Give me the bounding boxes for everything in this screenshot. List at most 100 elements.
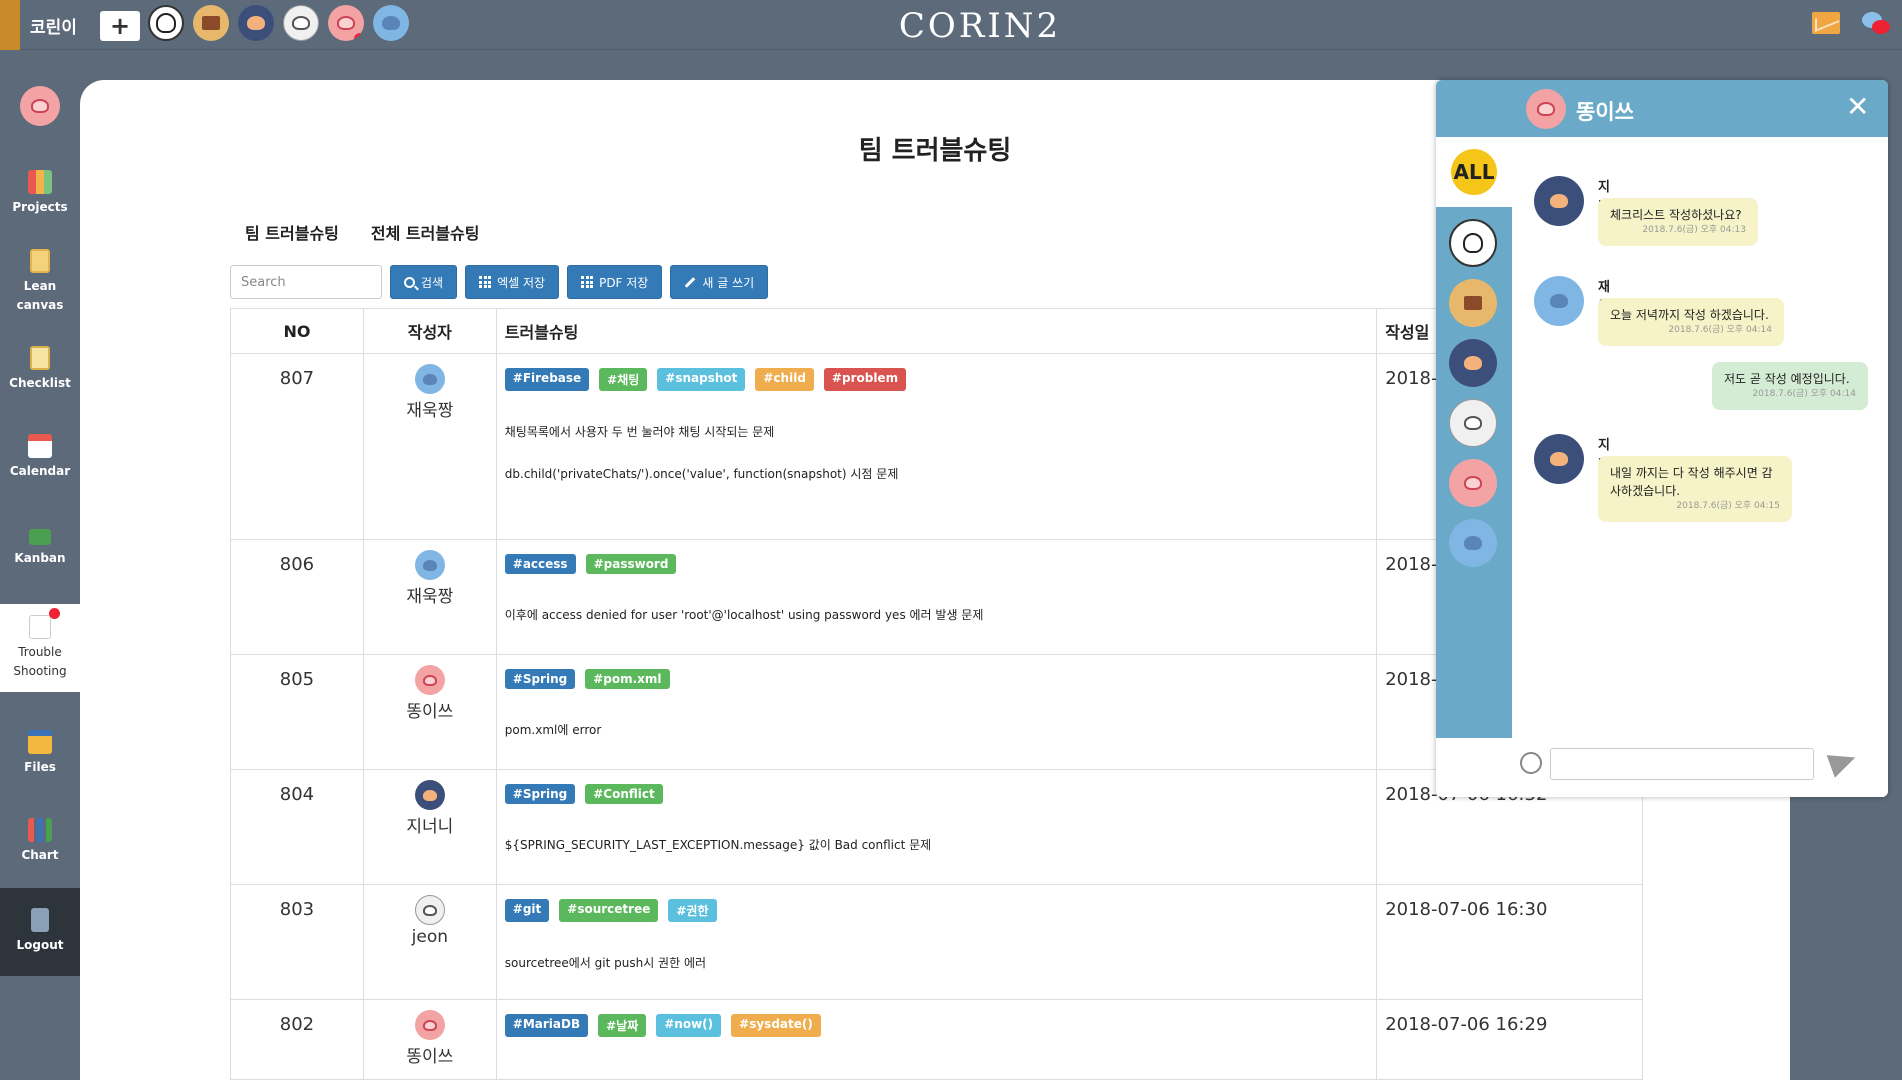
team-accent: [0, 0, 20, 50]
sidebar-item-trouble-shooting[interactable]: Trouble Shooting: [0, 604, 80, 692]
tag-badge[interactable]: #sourcetree: [559, 899, 659, 922]
sidebar-item-kanban[interactable]: Kanban: [0, 502, 80, 590]
excel-save-button[interactable]: 엑셀 저장: [465, 265, 560, 299]
table-row[interactable]: 806 재욱짱 #access #password 이후에 access denied …: [230, 539, 1643, 655]
writer-cell: 똥이쓰: [362, 654, 497, 770]
table-row[interactable]: 805 똥이쓰 #Spring #pom.xml pom.xml에 error 2018-…: [230, 654, 1643, 770]
search-input[interactable]: [230, 265, 382, 299]
chat-member-man[interactable]: [1449, 339, 1497, 387]
search-button[interactable]: 검색: [390, 265, 458, 299]
sidebar-item-projects[interactable]: Projects: [0, 150, 80, 238]
my-avatar[interactable]: [20, 86, 60, 126]
tag-list: #Spring #Conflict: [504, 770, 1376, 804]
brand-logo[interactable]: CORIN2: [880, 6, 1080, 46]
member-avatar-blue[interactable]: [373, 5, 409, 41]
sidebar-item-label: Files: [24, 760, 56, 775]
chat-member-house[interactable]: [1449, 279, 1497, 327]
description-text: 이후에 access denied for user 'root'@'local…: [504, 608, 984, 622]
troubleshooting-cell[interactable]: #Firebase #채팅 #snapshot #child #problem 채팅목록에…: [495, 353, 1378, 540]
row-number: 803: [230, 884, 364, 1000]
writer-name: 똥이쓰: [406, 1047, 454, 1067]
sidebar-item-calendar[interactable]: Calendar: [0, 414, 80, 502]
tag-badge[interactable]: #pom.xml: [585, 669, 670, 689]
tag-badge[interactable]: #child: [755, 368, 814, 391]
troubleshooting-cell[interactable]: #Spring #Conflict ${SPRING_SECURITY_LAST_E…: [495, 769, 1378, 885]
add-member-button[interactable]: +: [100, 11, 140, 41]
tag-badge[interactable]: #날짜: [598, 1014, 647, 1037]
troubleshooting-cell[interactable]: #Spring #pom.xml pom.xml에 error: [495, 654, 1378, 770]
row-number: 807: [230, 353, 364, 540]
sidebar-item-chart[interactable]: Chart: [0, 798, 80, 886]
tag-badge[interactable]: #git: [504, 899, 550, 922]
top-bar: 코린이 + CORIN2: [0, 0, 1902, 50]
sidebar-item-files[interactable]: Files: [0, 710, 80, 798]
table-row[interactable]: 803 jeon #git #sourcetree #권한 sourcetree에서 gi…: [230, 884, 1643, 1000]
tag-badge[interactable]: #sysdate(): [731, 1014, 821, 1037]
member-avatar-ghost[interactable]: [148, 5, 184, 41]
chat-member-pink[interactable]: [1449, 459, 1497, 507]
writer-cell: 재욱짱: [362, 353, 497, 540]
table-row[interactable]: 807 재욱짱 #Firebase #채팅 #snapshot #child #proble…: [230, 353, 1643, 540]
chat-icon[interactable]: [1862, 12, 1890, 36]
row-number: 805: [230, 654, 364, 770]
tag-badge[interactable]: #password: [585, 554, 677, 574]
alert-icon: [49, 607, 60, 619]
header-troubleshooting[interactable]: 트러블슈팅: [495, 308, 1378, 354]
description-text: db.child('privateChats/').once('value', …: [504, 467, 899, 481]
tag-badge[interactable]: #채팅: [599, 368, 648, 391]
troubleshooting-cell[interactable]: #access #password 이후에 access denied for us…: [495, 539, 1378, 655]
projects-icon: [28, 170, 52, 195]
tag-badge[interactable]: #access: [504, 554, 576, 574]
pdf-save-button[interactable]: PDF 저장: [567, 265, 663, 299]
chat-input-bar: [1512, 738, 1888, 797]
member-avatar-pink[interactable]: [328, 5, 364, 41]
row-number: 804: [230, 769, 364, 885]
header-writer[interactable]: 작성자: [362, 308, 497, 354]
chat-message-input[interactable]: [1550, 748, 1814, 780]
description-text: pom.xml에 error: [504, 723, 602, 737]
table-row[interactable]: 802 똥이쓰 #MariaDB #날짜 #now() #sysdate() 2018-07…: [230, 999, 1643, 1080]
chat-member-blue[interactable]: [1449, 519, 1497, 567]
close-icon[interactable]: ✕: [1846, 90, 1869, 123]
writer-avatar: [414, 895, 445, 925]
troubleshooting-table: NO 작성자 트러블슈팅 작성일 807 재욱짱 #Firebase #채팅 #snap…: [230, 308, 1643, 1080]
sidebar-item-lean-canvas[interactable]: Lean canvas: [0, 238, 80, 326]
chat-member-ghost[interactable]: [1449, 219, 1497, 267]
sidebar-item-logout[interactable]: Logout: [0, 888, 80, 976]
troubleshooting-cell[interactable]: #MariaDB #날짜 #now() #sysdate(): [495, 999, 1378, 1080]
member-avatar-house[interactable]: [193, 5, 229, 41]
tag-badge[interactable]: #Firebase: [504, 368, 590, 391]
tag-badge[interactable]: #Spring: [504, 784, 576, 804]
mail-icon[interactable]: [1812, 12, 1840, 34]
troubleshooting-cell[interactable]: #git #sourcetree #권한 sourcetree에서 git push시…: [495, 884, 1378, 1000]
chat-member-cat[interactable]: [1449, 399, 1497, 447]
tab-all-troubleshooting[interactable]: 전체 트러블슈팅: [371, 220, 480, 244]
chart-icon: [28, 818, 52, 843]
smile-icon[interactable]: [1520, 752, 1542, 774]
tag-badge[interactable]: #Spring: [504, 669, 576, 689]
sidebar-item-label: Calendar: [9, 464, 71, 479]
tab-team-troubleshooting[interactable]: 팀 트러블슈팅: [245, 220, 339, 244]
team-name[interactable]: 코린이: [30, 13, 77, 38]
logout-icon: [31, 908, 49, 933]
sidebar-item-label: Lean canvas: [16, 278, 64, 312]
member-avatar-man[interactable]: [238, 5, 274, 41]
tag-badge[interactable]: #now(): [656, 1014, 722, 1037]
tag-badge[interactable]: #MariaDB: [504, 1014, 589, 1037]
send-icon[interactable]: [1826, 746, 1860, 778]
chat-all-button[interactable]: ALL: [1436, 137, 1512, 207]
new-post-button[interactable]: 새 글 쓰기: [670, 265, 769, 299]
table-row[interactable]: 804 지너니 #Spring #Conflict ${SPRING_SECURITY_…: [230, 769, 1643, 885]
sidebar-item-checklist[interactable]: Checklist: [0, 326, 80, 414]
chat-messages: 지너니 체크리스트 작성하셨나요? 2018.7.6(금) 오후 04:13 재…: [1520, 148, 1880, 734]
tag-badge[interactable]: #Conflict: [585, 784, 663, 804]
header-no[interactable]: NO: [230, 308, 364, 354]
message-bubble: 오늘 저녁까지 작성 하겠습니다. 2018.7.6(금) 오후 04:14: [1598, 298, 1784, 346]
description-text: ${SPRING_SECURITY_LAST_EXCEPTION.message…: [504, 838, 932, 852]
member-avatar-cat[interactable]: [283, 5, 319, 41]
tag-badge[interactable]: #권한: [668, 899, 717, 922]
tag-badge[interactable]: #snapshot: [657, 368, 746, 391]
search-icon: [404, 276, 415, 288]
date-cell: 2018-07-06 16:30: [1376, 884, 1643, 1000]
tag-badge[interactable]: #problem: [823, 368, 907, 391]
